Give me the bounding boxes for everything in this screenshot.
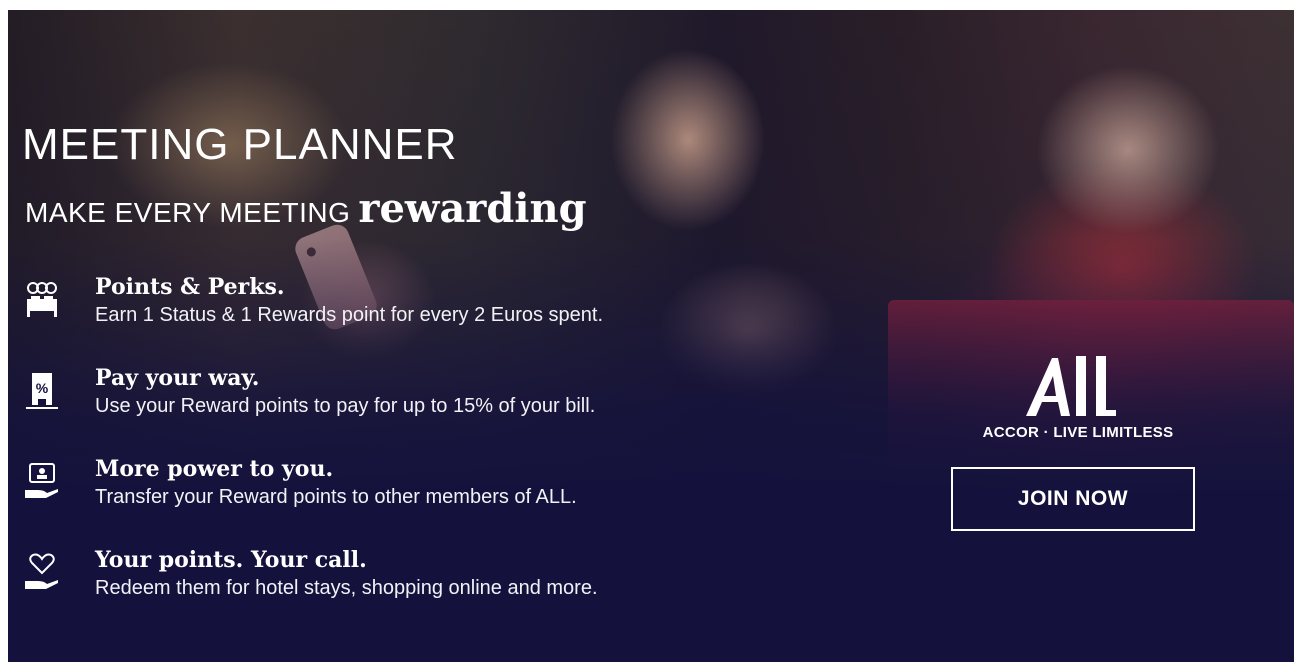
tagline-emphasis: rewarding: [358, 185, 587, 232]
percent-tag-icon: %: [26, 373, 58, 409]
tagline: MAKE EVERY MEETING rewarding: [25, 185, 587, 232]
hand-card-icon: [25, 463, 58, 498]
benefit-heading: Your points. Your call.: [95, 547, 367, 573]
page-title: MEETING PLANNER: [22, 120, 458, 169]
bed-icon: [27, 282, 57, 317]
benefit-description: Redeem them for hotel stays, shopping on…: [95, 577, 598, 599]
join-now-button[interactable]: JOIN NOW: [951, 467, 1195, 531]
tagline-prefix: MAKE EVERY MEETING: [25, 197, 351, 228]
accor-all-logo: ACCOR · LIVE LIMITLESS: [963, 350, 1193, 441]
svg-text:%: %: [36, 380, 49, 396]
brand-line: ACCOR · LIVE LIMITLESS: [982, 424, 1174, 441]
benefit-heading: Points & Perks.: [95, 274, 285, 300]
all-logo-mark: [1026, 356, 1116, 416]
benefit-heading: Pay your way.: [95, 365, 260, 391]
hand-heart-icon: [25, 553, 58, 589]
benefit-heading: More power to you.: [95, 456, 334, 482]
promo-banner: MEETING PLANNER MAKE EVERY MEETING reward…: [8, 10, 1294, 662]
benefit-description: Earn 1 Status & 1 Rewards point for ever…: [95, 304, 604, 326]
benefit-description: Transfer your Reward points to other mem…: [95, 486, 577, 508]
benefit-description: Use your Reward points to pay for up to …: [95, 395, 596, 417]
